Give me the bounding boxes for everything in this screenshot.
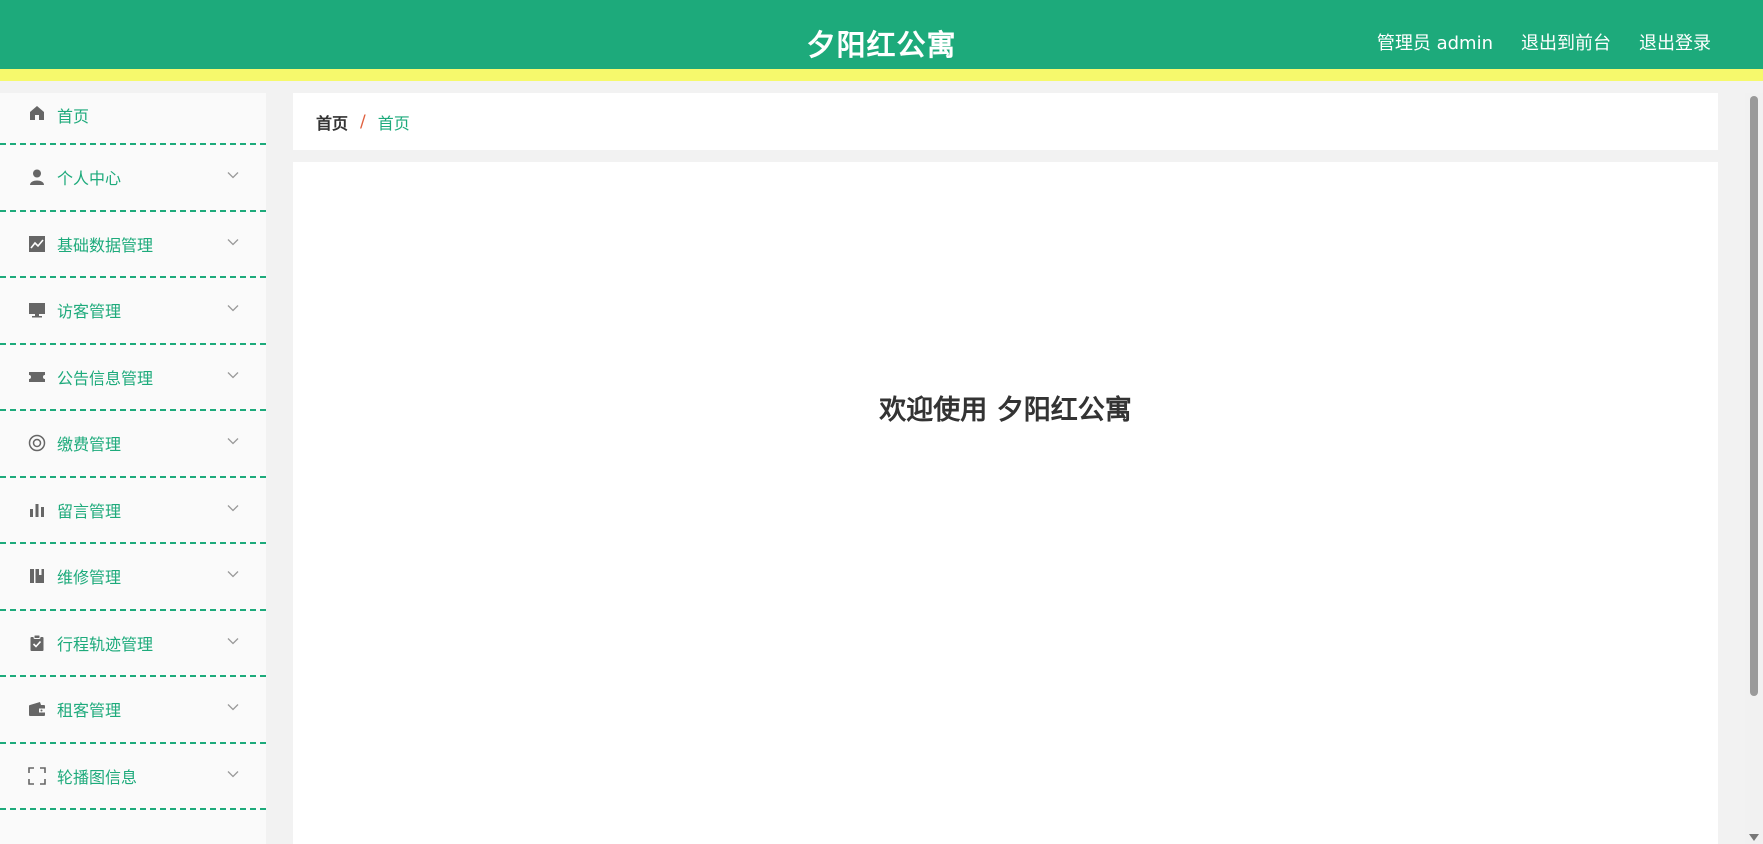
sidebar-item-label: 缴费管理 [57, 435, 122, 455]
chevron-down-icon [227, 637, 239, 645]
sidebar-item-personal-center[interactable]: 个人中心 [0, 145, 266, 212]
chevron-down-icon [227, 704, 239, 711]
book-icon [27, 566, 47, 586]
sidebar-item-carousel[interactable]: 轮播图信息 [0, 744, 266, 810]
sidebar-item-label: 访客管理 [57, 302, 122, 322]
line-chart-icon [27, 234, 47, 254]
breadcrumb-home[interactable]: 首页 [316, 110, 348, 134]
sidebar-item-label: 基础数据管理 [57, 235, 154, 255]
page-scrollbar[interactable] [1745, 93, 1763, 844]
sidebar-item-label: 维修管理 [57, 568, 122, 588]
home-icon [27, 103, 47, 123]
fullscreen-icon [27, 766, 47, 786]
sidebar-item-home[interactable]: 首页 [0, 93, 266, 145]
sidebar-item-payment[interactable]: 缴费管理 [0, 411, 266, 478]
sidebar-item-label: 首页 [57, 107, 90, 126]
welcome-message: 欢迎使用 夕阳红公寓 [879, 395, 1132, 426]
top-header: 夕阳红公寓 管理员 admin 退出到前台 退出登录 [0, 0, 1763, 81]
sidebar-item-label: 轮播图信息 [57, 767, 138, 787]
chevron-down-icon [227, 238, 239, 246]
ticket-icon [27, 367, 47, 387]
back-to-front-link[interactable]: 退出到前台 [1521, 29, 1611, 55]
chevron-down-icon [227, 571, 239, 578]
sidebar-item-announcement[interactable]: 公告信息管理 [0, 345, 266, 411]
admin-user-label[interactable]: 管理员 admin [1377, 29, 1493, 55]
chevron-down-icon [227, 504, 239, 512]
sidebar-item-basic-data[interactable]: 基础数据管理 [0, 212, 266, 278]
chevron-down-icon [227, 172, 239, 179]
breadcrumb-current: 首页 [377, 113, 410, 133]
header-actions: 管理员 admin 退出到前台 退出登录 [1377, 29, 1711, 55]
main-content: 欢迎使用 夕阳红公寓 [293, 162, 1718, 844]
sidebar-item-repair[interactable]: 维修管理 [0, 544, 266, 611]
breadcrumb: 首页 / 首页 [293, 93, 1718, 150]
scrollbar-thumb[interactable] [1750, 96, 1758, 696]
sidebar-item-itinerary[interactable]: 行程轨迹管理 [0, 611, 266, 677]
monitor-icon [27, 300, 47, 320]
clipboard-check-icon [27, 633, 47, 653]
chevron-down-icon [227, 371, 239, 379]
bar-chart-icon [27, 500, 47, 520]
logout-link[interactable]: 退出登录 [1639, 29, 1711, 55]
sidebar-item-label: 公告信息管理 [57, 368, 154, 388]
breadcrumb-separator: / [360, 111, 366, 132]
scroll-down-arrow-icon[interactable] [1749, 834, 1759, 841]
user-icon [27, 167, 47, 187]
chevron-down-icon [227, 305, 239, 312]
sidebar-menu: 首页 个人中心 基础数据管理 访客管理 公告信息管理 缴费管理 留言管理 维修管… [0, 93, 266, 844]
sidebar-item-label: 行程轨迹管理 [57, 634, 154, 654]
wallet-icon [27, 699, 47, 719]
chevron-down-icon [227, 770, 239, 778]
sidebar-item-label: 个人中心 [57, 169, 122, 189]
chevron-down-icon [227, 438, 239, 445]
sidebar-item-visitor[interactable]: 访客管理 [0, 278, 266, 345]
sidebar-item-label: 租客管理 [57, 701, 122, 721]
lifebuoy-icon [27, 433, 47, 453]
sidebar-item-tenant[interactable]: 租客管理 [0, 677, 266, 744]
sidebar-item-label: 留言管理 [57, 501, 122, 521]
sidebar-item-message[interactable]: 留言管理 [0, 478, 266, 544]
